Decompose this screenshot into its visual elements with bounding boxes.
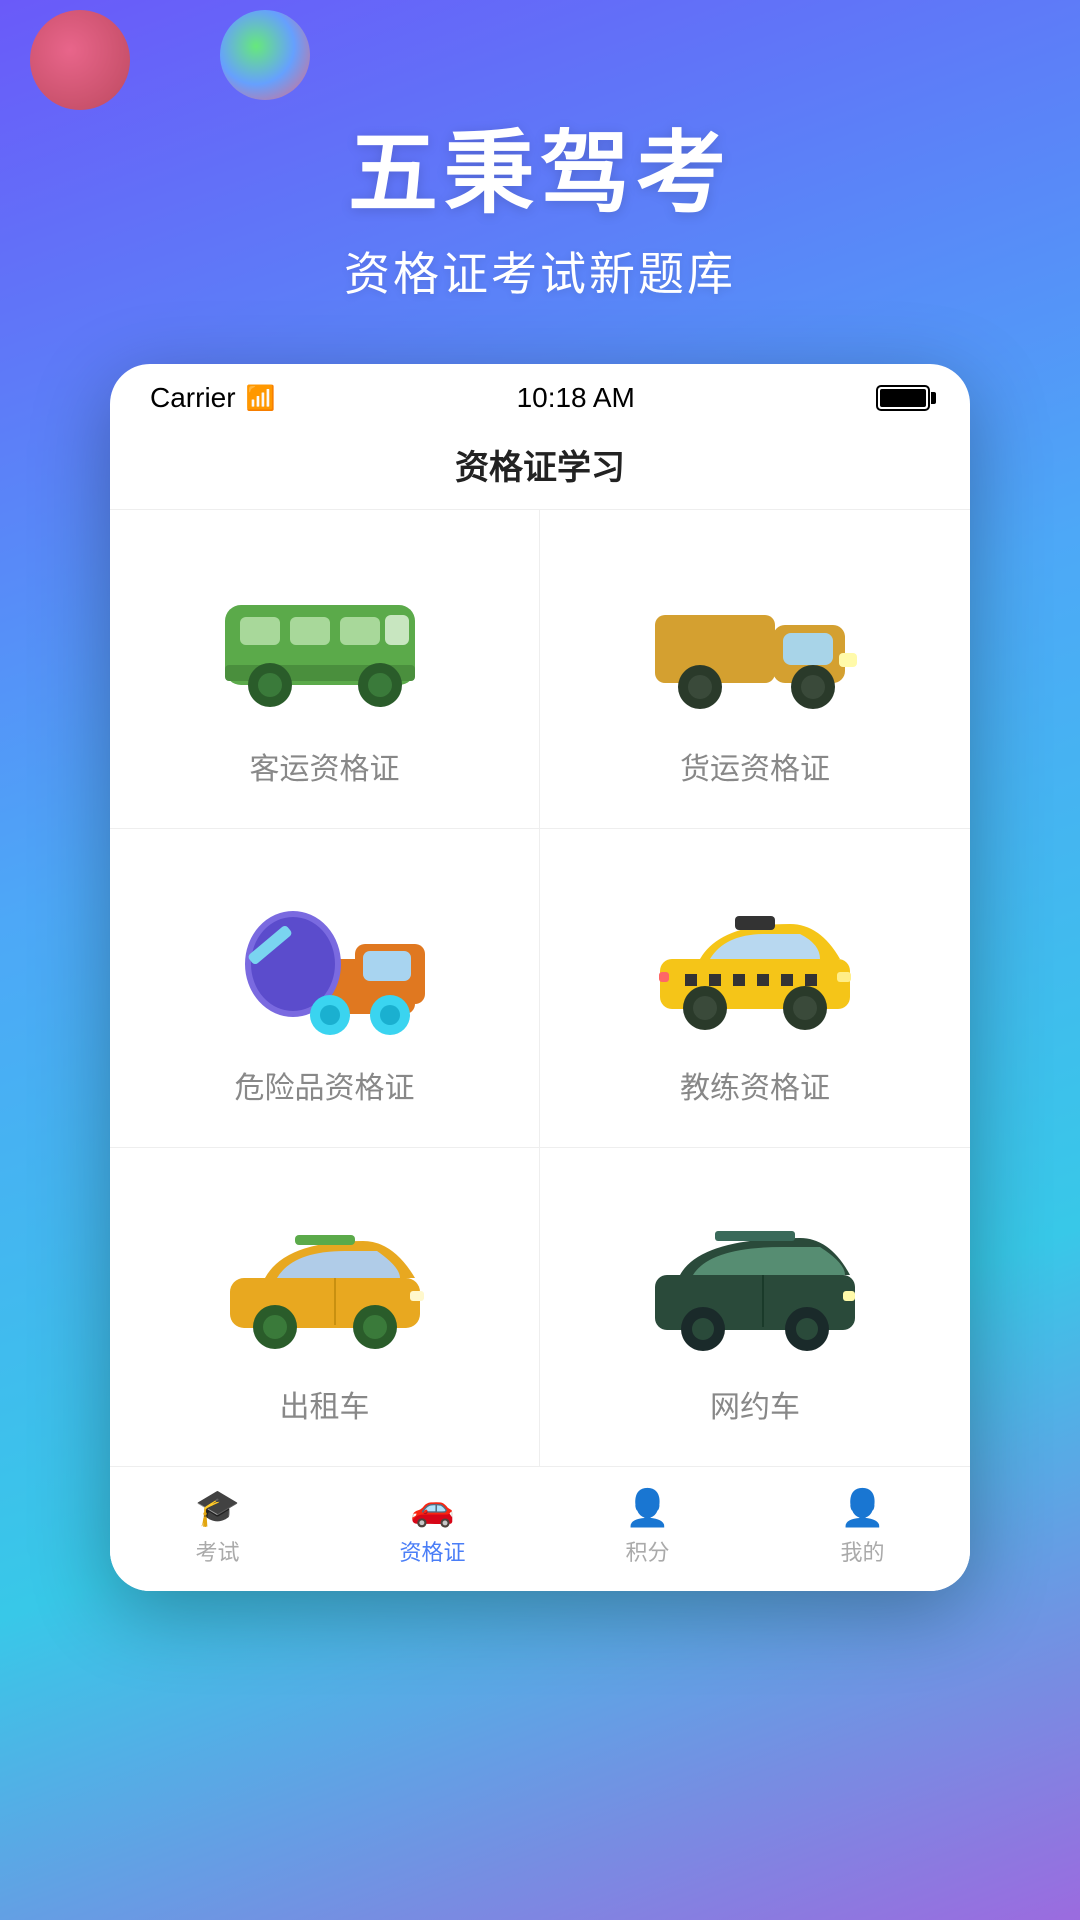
grid-cell-rental[interactable]: 出租车 (110, 1148, 540, 1466)
tab-exam-label: 考试 (195, 1535, 239, 1567)
carrier-wifi: Carrier 📶 (150, 382, 275, 414)
cell-label-freight: 货运资格证 (680, 744, 830, 788)
cell-label-rideshare: 网约车 (710, 1382, 800, 1426)
vehicle-taxi (635, 879, 875, 1039)
tab-points-icon: 👤 (625, 1487, 670, 1529)
cell-label-passenger: 客运资格证 (250, 744, 400, 788)
carrier-label: Carrier (150, 382, 236, 414)
certificate-grid: 客运资格证 (110, 510, 970, 1466)
tab-certificate-icon: 🚗 (410, 1487, 455, 1529)
cell-label-trainer: 教练资格证 (680, 1063, 830, 1107)
cell-label-hazmat: 危险品资格证 (235, 1063, 415, 1107)
app-header: 五秉驾考 资格证考试新题库 (344, 100, 736, 304)
app-subtitle: 资格证考试新题库 (344, 238, 736, 304)
vehicle-yellow-car (205, 1198, 445, 1358)
battery-fill (880, 389, 926, 407)
tab-mine-label: 我的 (840, 1535, 884, 1567)
battery-icon (876, 385, 930, 411)
wifi-icon: 📶 (246, 384, 276, 413)
vehicle-truck (635, 560, 875, 720)
status-bar: Carrier 📶 10:18 AM (110, 364, 970, 424)
decorative-blob-left (30, 10, 130, 110)
grid-cell-trainer[interactable]: 教练资格证 (540, 829, 970, 1148)
tab-exam-icon: 🎓 (195, 1487, 240, 1529)
status-time: 10:18 AM (517, 382, 635, 414)
app-title: 五秉驾考 (344, 100, 736, 230)
grid-cell-hazmat[interactable]: 危险品资格证 (110, 829, 540, 1148)
vehicle-bus (205, 560, 445, 720)
grid-cell-rideshare[interactable]: 网约车 (540, 1148, 970, 1466)
phone-frame: Carrier 📶 10:18 AM 资格证学习 (110, 364, 970, 1591)
vehicle-mixer (205, 879, 445, 1039)
tab-bar: 🎓 考试 🚗 资格证 👤 积分 👤 我的 (110, 1466, 970, 1591)
tab-mine-icon: 👤 (840, 1487, 885, 1529)
tab-points-label: 积分 (625, 1535, 669, 1567)
tab-points[interactable]: 👤 积分 (540, 1467, 755, 1591)
grid-cell-freight[interactable]: 货运资格证 (540, 510, 970, 829)
tab-certificate[interactable]: 🚗 资格证 (325, 1467, 540, 1591)
page-title: 资格证学习 (110, 424, 970, 510)
tab-exam[interactable]: 🎓 考试 (110, 1467, 325, 1591)
tab-mine[interactable]: 👤 我的 (755, 1467, 970, 1591)
tab-certificate-label: 资格证 (399, 1535, 465, 1567)
cell-label-rental: 出租车 (280, 1382, 370, 1426)
vehicle-suv (635, 1198, 875, 1358)
grid-cell-passenger[interactable]: 客运资格证 (110, 510, 540, 829)
decorative-blob-center (220, 10, 310, 100)
